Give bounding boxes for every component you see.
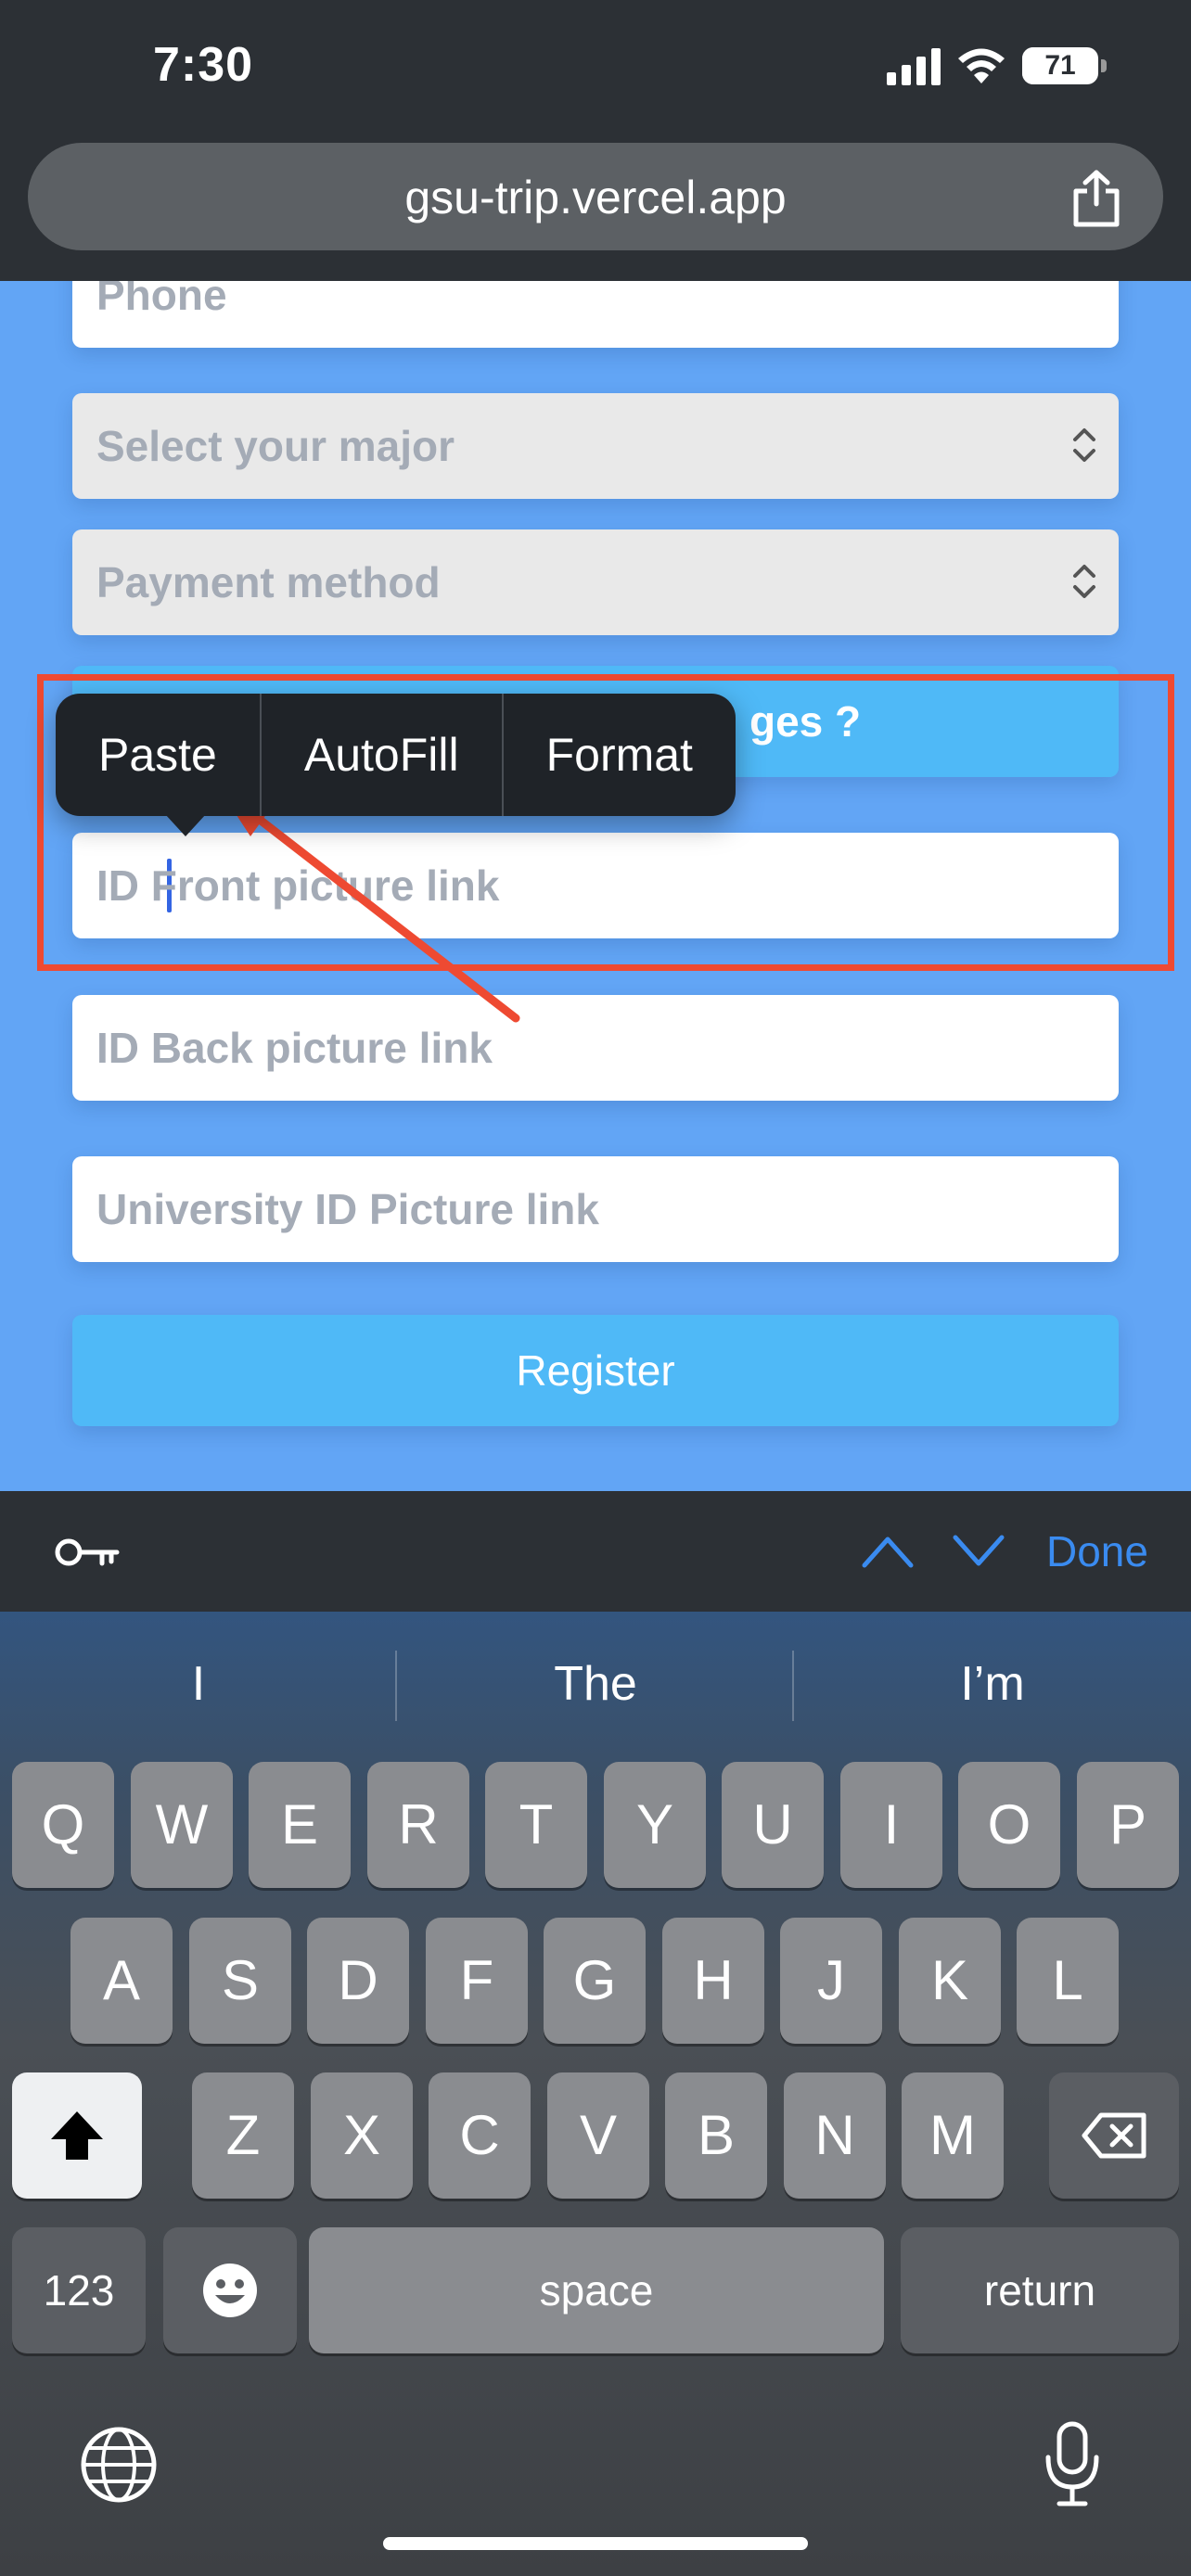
edit-context-menu: Paste AutoFill Format — [56, 694, 736, 836]
keyboard: I The I’m Q W E R T Y U I O P A S D F G … — [0, 1612, 1191, 2576]
key-q[interactable]: Q — [12, 1762, 114, 1888]
globe-keyboard-switch-icon[interactable] — [80, 2426, 158, 2504]
keyboard-accessory-bar: Done — [0, 1491, 1191, 1612]
key-s[interactable]: S — [189, 1918, 291, 2044]
major-select[interactable]: Select your major — [72, 393, 1119, 499]
status-icons: 71 — [887, 46, 1107, 85]
battery-level: 71 — [1044, 50, 1076, 81]
phone-field[interactable]: Phone — [72, 281, 1119, 348]
key-k[interactable]: K — [899, 1918, 1001, 2044]
cellular-signal-icon — [887, 46, 941, 85]
emoji-key[interactable] — [163, 2227, 297, 2353]
suggestion-3[interactable]: I’m — [794, 1656, 1191, 1712]
key-a[interactable]: A — [70, 1918, 173, 2044]
key-b[interactable]: B — [665, 2072, 767, 2199]
key-g[interactable]: G — [544, 1918, 646, 2044]
context-menu-paste[interactable]: Paste — [56, 694, 260, 816]
predictive-bar: I The I’m — [0, 1612, 1191, 1760]
battery-icon: 71 — [1022, 47, 1107, 84]
status-time: 7:30 — [153, 38, 254, 92]
suggestion-2[interactable]: The — [397, 1656, 794, 1712]
context-menu-format[interactable]: Format — [504, 694, 736, 816]
key-l[interactable]: L — [1017, 1918, 1119, 2044]
university-id-placeholder: University ID Picture link — [96, 1185, 599, 1233]
key-h[interactable]: H — [662, 1918, 764, 2044]
key-c[interactable]: C — [429, 2072, 531, 2199]
key-e[interactable]: E — [249, 1762, 351, 1888]
return-key[interactable]: return — [901, 2227, 1179, 2353]
key-w[interactable]: W — [131, 1762, 233, 1888]
payment-placeholder: Payment method — [96, 558, 441, 606]
major-placeholder: Select your major — [96, 422, 455, 470]
key-t[interactable]: T — [485, 1762, 587, 1888]
shift-arrow-icon — [51, 2111, 103, 2160]
context-menu-autofill[interactable]: AutoFill — [262, 694, 502, 816]
university-id-link-input[interactable]: University ID Picture link — [72, 1156, 1119, 1262]
menu-pointer — [165, 814, 206, 836]
browser-chrome: 7:30 71 gsu-trip.vercel.app — [0, 0, 1191, 281]
key-o[interactable]: O — [958, 1762, 1060, 1888]
id-back-placeholder: ID Back picture link — [96, 1024, 493, 1072]
key-i[interactable]: I — [840, 1762, 942, 1888]
suggestion-1[interactable]: I — [0, 1656, 397, 1712]
key-m[interactable]: M — [902, 2072, 1004, 2199]
emoji-smiley-icon — [203, 2264, 257, 2317]
key-r[interactable]: R — [367, 1762, 469, 1888]
phone-placeholder: Phone — [96, 281, 227, 319]
next-field-chevron-down-icon[interactable] — [952, 1530, 1005, 1573]
key-j[interactable]: J — [780, 1918, 882, 2044]
key-f[interactable]: F — [426, 1918, 528, 2044]
shift-key[interactable] — [12, 2072, 142, 2199]
key-v[interactable]: V — [547, 2072, 649, 2199]
updown-chevron-icon — [1073, 565, 1095, 598]
key-z[interactable]: Z — [192, 2072, 294, 2199]
key-u[interactable]: U — [722, 1762, 824, 1888]
space-key[interactable]: space — [309, 2227, 884, 2353]
key-p[interactable]: P — [1077, 1762, 1179, 1888]
id-back-link-input[interactable]: ID Back picture link — [72, 995, 1119, 1101]
key-d[interactable]: D — [307, 1918, 409, 2044]
backspace-key[interactable] — [1049, 2072, 1179, 2199]
delete-backward-icon — [1082, 2112, 1146, 2159]
payment-method-select[interactable]: Payment method — [72, 529, 1119, 635]
share-icon[interactable] — [1069, 169, 1124, 228]
done-button[interactable]: Done — [1046, 1526, 1148, 1576]
password-key-icon[interactable] — [54, 1534, 121, 1571]
url-text: gsu-trip.vercel.app — [404, 172, 787, 223]
key-n[interactable]: N — [784, 2072, 886, 2199]
address-bar[interactable]: gsu-trip.vercel.app — [28, 143, 1163, 250]
previous-field-chevron-up-icon[interactable] — [861, 1530, 915, 1573]
microphone-dictation-icon[interactable] — [1044, 2420, 1100, 2509]
numbers-key[interactable]: 123 — [12, 2227, 146, 2353]
register-button[interactable]: Register — [72, 1315, 1119, 1426]
key-x[interactable]: X — [311, 2072, 413, 2199]
home-indicator — [383, 2537, 808, 2550]
wifi-icon — [958, 48, 1005, 83]
key-y[interactable]: Y — [604, 1762, 706, 1888]
updown-chevron-icon — [1073, 428, 1095, 462]
